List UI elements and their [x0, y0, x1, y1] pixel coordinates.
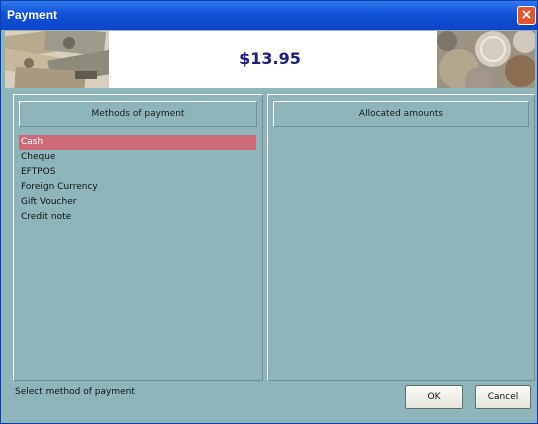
allocated-header: Allocated amounts	[273, 101, 529, 127]
title-bar[interactable]: Payment ×	[1, 1, 537, 30]
payment-method-cash[interactable]: Cash	[19, 135, 256, 150]
payment-method-foreign-currency[interactable]: Foreign Currency	[19, 180, 256, 195]
payment-method-credit-note[interactable]: Credit note	[19, 210, 256, 225]
payment-method-list[interactable]: Cash Cheque EFTPOS Foreign Currency Gift…	[19, 135, 256, 225]
close-icon[interactable]: ×	[517, 6, 536, 25]
amount-banner: $13.95	[5, 31, 535, 88]
cancel-button[interactable]: Cancel	[475, 385, 531, 409]
payment-method-gift-voucher[interactable]: Gift Voucher	[19, 195, 256, 210]
payment-method-cheque[interactable]: Cheque	[19, 150, 256, 165]
payment-method-eftpos[interactable]: EFTPOS	[19, 165, 256, 180]
window-title: Payment	[7, 8, 58, 22]
payment-dialog: Payment × $13.95 Methods of payment Cash…	[0, 0, 538, 424]
methods-panel: Methods of payment Cash Cheque EFTPOS Fo…	[13, 94, 263, 381]
coins-image	[437, 31, 535, 88]
methods-header: Methods of payment	[19, 101, 257, 127]
status-text: Select method of payment	[15, 387, 135, 397]
ok-button[interactable]: OK	[405, 385, 463, 409]
allocated-panel: Allocated amounts	[267, 94, 535, 381]
